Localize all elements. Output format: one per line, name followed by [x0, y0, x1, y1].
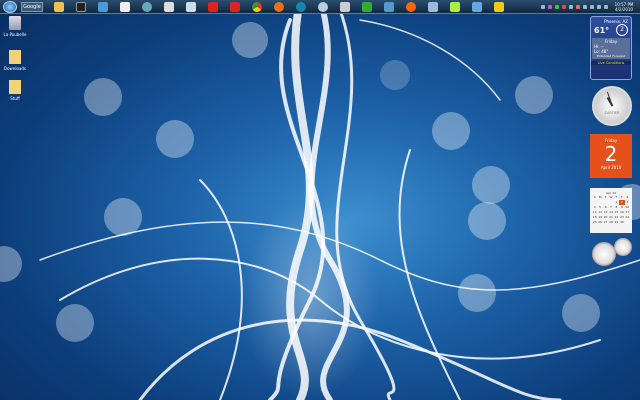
- taskbar-clock[interactable]: 10:57 PM 4/2/2010: [611, 2, 637, 12]
- temperature: 61°: [594, 25, 610, 35]
- tray-icon[interactable]: [555, 5, 559, 9]
- folder-icon[interactable]: [54, 1, 64, 12]
- desktop-icon-recycle-bin[interactable]: La Poubelle: [0, 16, 30, 37]
- firefox-icon[interactable]: [274, 1, 284, 12]
- recycle-bin-icon: [9, 16, 21, 30]
- folder-icon: [9, 50, 21, 64]
- browser-icon[interactable]: [142, 1, 152, 12]
- gmail-icon[interactable]: [208, 1, 218, 12]
- system-tray: 10:57 PM 4/2/2010: [541, 0, 640, 14]
- tray-icon[interactable]: [569, 5, 573, 9]
- tray-icon[interactable]: [541, 5, 545, 9]
- virtualbox-icon[interactable]: [472, 1, 482, 12]
- desktop-icon-downloads[interactable]: Downloads: [0, 50, 30, 71]
- utorrent-icon[interactable]: [362, 1, 372, 12]
- desktop-icon-stuff[interactable]: Stuff: [0, 80, 30, 101]
- google-search-box[interactable]: Google: [21, 1, 43, 12]
- tray-icon[interactable]: [548, 5, 552, 9]
- mini-calendar-gadget[interactable]: Apr 10 S M T W T F S 1 2 3 4 5 6 7 8 9 10 11 12 13 14 15 16 17 1…: [590, 188, 632, 233]
- window-icon[interactable]: [164, 1, 174, 12]
- memory-meter-gadget[interactable]: [614, 238, 632, 256]
- taskbar: Google 10:57 PM 4/2/2010: [0, 0, 640, 14]
- chat-icon[interactable]: [450, 1, 460, 12]
- analog-clock-gadget[interactable]: CARTIER: [592, 86, 632, 126]
- app-icon[interactable]: [340, 1, 350, 12]
- tray-icon[interactable]: [583, 5, 587, 9]
- app-icon[interactable]: [296, 1, 306, 12]
- tray-icon[interactable]: [562, 5, 566, 9]
- folder-icon: [9, 80, 21, 94]
- chrome-icon[interactable]: [252, 1, 262, 12]
- wind-compass: 2: [616, 24, 628, 36]
- gmail-icon[interactable]: [230, 1, 240, 12]
- cmd-icon[interactable]: [76, 1, 86, 12]
- file-icon[interactable]: [186, 1, 196, 12]
- extended-forecast-link[interactable]: Extended Forecast: [594, 54, 628, 58]
- volume-icon[interactable]: [604, 5, 608, 9]
- live-conditions-button[interactable]: Live Conditions: [591, 61, 631, 65]
- tray-icon[interactable]: [576, 5, 580, 9]
- notepad-icon[interactable]: [120, 1, 130, 12]
- doc-icon[interactable]: [428, 1, 438, 12]
- network-icon[interactable]: [597, 5, 601, 9]
- app-icon[interactable]: [318, 1, 328, 12]
- start-button[interactable]: [3, 0, 17, 13]
- media-icon[interactable]: [384, 1, 394, 12]
- network-icon[interactable]: [494, 1, 504, 12]
- flag-icon[interactable]: [590, 5, 594, 9]
- calendar-day[interactable]: [625, 220, 630, 225]
- cpu-meter-gadget[interactable]: [592, 242, 616, 266]
- calendar-gadget[interactable]: Friday 2 April 2010: [590, 134, 632, 178]
- weather-gadget[interactable]: Phoenix, AZ 61° 2 Friday Hi: -- Lo: 48° …: [590, 16, 632, 80]
- display-icon[interactable]: [98, 1, 108, 12]
- player-icon[interactable]: [406, 1, 416, 12]
